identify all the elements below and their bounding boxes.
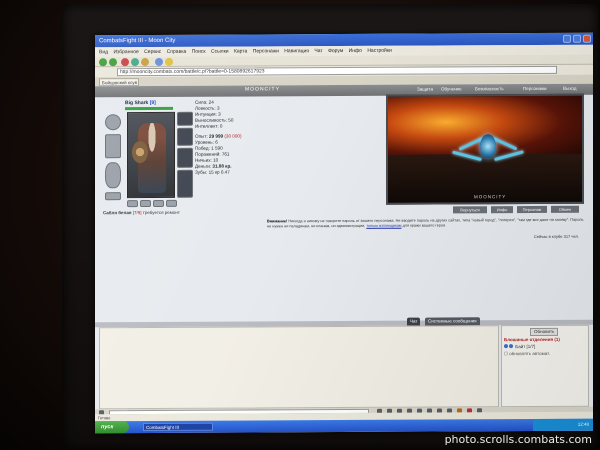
- menu-item[interactable]: Настройки: [367, 48, 392, 54]
- user-icon: [504, 344, 508, 349]
- spider-creature: [452, 124, 524, 174]
- minimize-button[interactable]: [563, 34, 571, 43]
- menu-item[interactable]: Инфо: [349, 48, 362, 54]
- menu-item[interactable]: Чат: [314, 48, 322, 54]
- character-name: Big Shark [9]: [125, 99, 156, 107]
- refresh-button[interactable]: Обновить: [530, 327, 559, 337]
- menu-item[interactable]: Сервис: [144, 49, 161, 55]
- menu-item[interactable]: Вид: [99, 49, 108, 55]
- system-tray: 12:48: [533, 418, 593, 432]
- back-icon[interactable]: [99, 58, 107, 67]
- tab-chat[interactable]: Чат: [407, 317, 421, 326]
- forward-icon[interactable]: [109, 58, 117, 67]
- chat-messages[interactable]: [99, 325, 499, 410]
- return-button[interactable]: Вернуться: [453, 206, 487, 214]
- character-button[interactable]: Персонаж: [517, 205, 547, 214]
- weapon-slot[interactable]: [105, 134, 121, 159]
- room-title: Блошиные отделения (1): [504, 336, 560, 343]
- taskbar-item[interactable]: CombatsFight III: [143, 422, 213, 432]
- browser-tab[interactable]: Бойцовский клуб: [99, 78, 139, 87]
- character-panel: Big Shark [9] Сабля белая [7/9] требуетс…: [103, 100, 195, 218]
- character-portrait: [127, 111, 175, 199]
- health-bar: [125, 106, 173, 111]
- menu-item[interactable]: Карта: [234, 49, 247, 55]
- online-count: Сейчас в клубе 317 чел.: [533, 233, 579, 240]
- window-title: CombatsFight III - Moon City: [99, 37, 176, 45]
- game-page: MOONCITY Защита Обучение Безопасность Пе…: [95, 83, 593, 417]
- ring-slot[interactable]: [153, 199, 164, 208]
- stat-line: Зубы: 15 кр 0.47: [195, 169, 230, 175]
- armor-slot[interactable]: [105, 162, 121, 189]
- item-caption: Сабля белая [7/9] требуется ремонт: [103, 209, 180, 216]
- notice-link[interactable]: только взломщикам: [366, 224, 401, 228]
- helmet-slot[interactable]: [105, 114, 121, 131]
- menu-item[interactable]: Поиск: [192, 49, 206, 55]
- belt-slot[interactable]: [105, 192, 121, 201]
- refresh-icon[interactable]: [131, 58, 139, 67]
- chat-sidebar: Обновить Блошиные отделения (1) Байт [1/…: [501, 324, 589, 408]
- photo-watermark: photo.scrolls.combats.com: [444, 433, 592, 446]
- boots-slot[interactable]: [177, 169, 193, 198]
- shield-icon: [132, 141, 148, 164]
- mooncity-logo: MOONCITY: [245, 86, 280, 93]
- menu-item[interactable]: Избранное: [113, 49, 138, 55]
- security-notice: Внимание! Никогда и никому не говорите п…: [267, 217, 584, 229]
- ring-slot[interactable]: [140, 200, 151, 208]
- start-button[interactable]: пуск: [95, 421, 129, 434]
- ring-slot[interactable]: [127, 200, 138, 208]
- nav-item-characters[interactable]: Персонажи: [523, 86, 547, 91]
- menu-item[interactable]: Ссылки: [211, 49, 229, 55]
- favorites-icon[interactable]: [165, 57, 173, 66]
- ring-slot[interactable]: [166, 199, 177, 207]
- gloves-slot[interactable]: [177, 127, 193, 146]
- nav-item-exit[interactable]: Выход: [563, 86, 576, 91]
- menu-item[interactable]: Форум: [328, 48, 343, 54]
- amulet-slot[interactable]: [177, 111, 193, 126]
- exchange-button[interactable]: Обмен: [551, 205, 579, 213]
- menu-item[interactable]: Навигация: [284, 48, 309, 54]
- menu-item[interactable]: Персонажи: [253, 48, 279, 54]
- menu-item[interactable]: Справка: [167, 49, 187, 55]
- character-stats: Сила: 24 Ловкость: 3 Интуиция: 3 Выносли…: [195, 99, 255, 175]
- maximize-button[interactable]: [573, 34, 581, 43]
- close-button[interactable]: [583, 34, 591, 43]
- arena-image: MOONCITY: [386, 93, 584, 205]
- auto-update-toggle[interactable]: ☐ обновлять автомат.: [504, 351, 550, 357]
- shield-slot[interactable]: [177, 147, 193, 168]
- stop-icon[interactable]: [121, 58, 129, 67]
- arena-logo: MOONCITY: [474, 194, 507, 200]
- nav-item-training[interactable]: Обучение: [441, 86, 462, 91]
- search-icon[interactable]: [155, 57, 163, 66]
- monitor-screen: CombatsFight III - Moon City Вид Избранн…: [95, 32, 593, 434]
- user-entry[interactable]: Байт [1/7]: [504, 344, 535, 349]
- clan-icon: [509, 344, 513, 349]
- nav-item-security[interactable]: Безопасность: [475, 86, 504, 91]
- info-button[interactable]: Инфо: [491, 206, 513, 214]
- nav-item-protection[interactable]: Защита: [417, 87, 433, 92]
- home-icon[interactable]: [141, 58, 149, 67]
